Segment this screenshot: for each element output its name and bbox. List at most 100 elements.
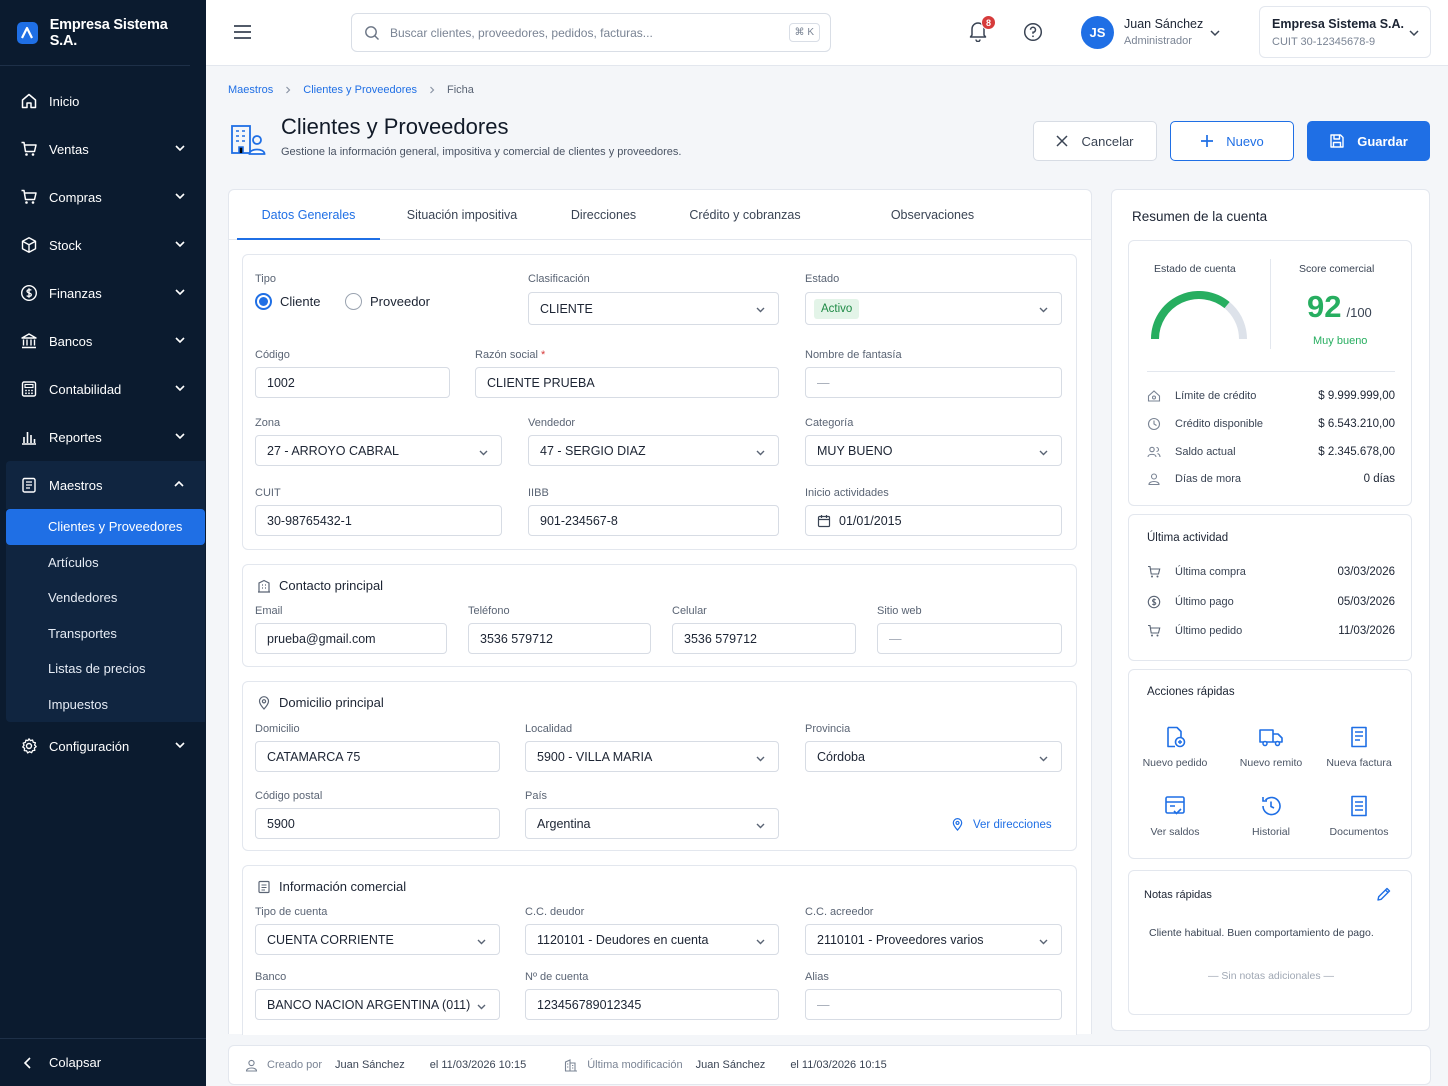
contacto-title-text: Contacto principal [279,578,384,593]
vendedor-select[interactable]: 47 - SERGIO DIAZ [528,435,779,466]
tab-credito-cobranzas[interactable]: Crédito y cobranzas [674,190,816,240]
company-selector[interactable]: Empresa Sistema S.A. CUIT 30-12345678-9 [1259,6,1431,58]
radio-proveedor[interactable]: Proveedor [345,293,430,310]
sidebar-item-compras[interactable]: Compras [0,173,206,221]
ver-direcciones-link[interactable]: Ver direcciones [951,818,1052,831]
estado-cuenta-label: Estado de cuenta [1154,263,1236,275]
cc-deudor-select[interactable]: 1120101 - Deudores en cuenta [525,924,779,955]
sidebar-item-ventas[interactable]: Ventas [0,125,206,173]
domicilio-input[interactable]: CATAMARCA 75 [255,741,500,772]
sidebar-item-inicio[interactable]: Inicio [0,77,206,125]
sidebar-item-contabilidad[interactable]: Contabilidad [0,365,206,413]
radio-cliente-label: Cliente [280,294,321,309]
quick-notes-card: Notas rápidas Cliente habitual. Buen com… [1128,870,1412,1015]
tipo-cuenta-select[interactable]: CUENTA CORRIENTE [255,924,500,955]
sitio-web-field[interactable]: — [877,623,1062,654]
breadcrumb-maestros[interactable]: Maestros [228,84,273,96]
collapse-button[interactable]: Colapsar [0,1038,206,1086]
nueva-factura-action[interactable]: Nueva factura [1319,725,1399,769]
help-icon[interactable] [1023,22,1043,42]
sidebar-subitem-listas-precios[interactable]: Listas de precios [6,651,205,687]
hamburger-menu-icon[interactable] [233,24,252,40]
ver-saldos-action[interactable]: Ver saldos [1135,794,1215,838]
user-role: Administrador [1124,35,1192,47]
banco-value: BANCO NACION ARGENTINA (011) [267,997,471,1012]
user-menu[interactable]: JS Juan Sánchez Administrador [1081,15,1231,51]
email-field[interactable]: prueba@gmail.com [255,623,447,654]
chevron-down-icon [1039,307,1048,313]
clasificacion-label: Clasificación [528,273,590,285]
score-value-wrap: 92 /100 [1307,289,1372,325]
account-summary-card: Estado de cuenta Score comercial 92 /100… [1128,240,1412,506]
brand[interactable]: Empresa Sistema S.A. [0,0,190,66]
sidebar-subitem-articulos[interactable]: Artículos [6,545,205,581]
sidebar-subitem-clientes-proveedores[interactable]: Clientes y Proveedores [6,509,205,545]
tab-datos-generales[interactable]: Datos Generales [237,190,380,240]
banco-select[interactable]: BANCO NACION ARGENTINA (011) [255,989,500,1020]
sidebar-subitem-vendedores[interactable]: Vendedores [6,580,205,616]
map-pin-icon [258,695,270,710]
documentos-action[interactable]: Documentos [1319,794,1399,838]
notifications-button[interactable]: 8 [968,15,996,44]
search-bar[interactable]: ⌘ K [351,13,831,52]
tab-observaciones[interactable]: Observaciones [867,190,998,240]
breadcrumb-ficha: Ficha [446,84,474,96]
nuevo-remito-action[interactable]: Nuevo remito [1231,725,1311,769]
clasificacion-select[interactable]: CLIENTE [528,292,779,325]
tipo-label: Tipo [255,273,276,285]
pencil-icon[interactable] [1376,886,1392,902]
pais-value: Argentina [537,816,591,831]
sidebar-subitem-impuestos[interactable]: Impuestos [6,687,205,723]
calculator-icon [21,381,37,397]
ultimo-pedido-row: Último pedido 11/03/2026 [1147,624,1395,638]
sidebar-item-bancos[interactable]: Bancos [0,317,206,365]
celular-field[interactable]: 3536 579712 [672,623,856,654]
cc-acreedor-select[interactable]: 2110101 - Proveedores varios [805,924,1062,955]
sidebar-item-stock[interactable]: Stock [0,221,206,269]
cuit-input[interactable]: 30-98765432-1 [255,505,502,536]
pais-select[interactable]: Argentina [525,808,779,839]
user-icon [245,1059,258,1072]
sidebar-item-label: Maestros [49,477,103,493]
razon-social-input[interactable]: CLIENTE PRUEBA [475,367,779,398]
sidebar-item-configuracion[interactable]: Configuración [0,722,206,770]
nro-cuenta-input[interactable]: 123456789012345 [525,989,779,1020]
sidebar-item-finanzas[interactable]: Finanzas [0,269,206,317]
contacto-section: Contacto principal Email prueba@gmail.co… [242,564,1077,667]
sidebar-item-maestros[interactable]: Maestros [6,461,205,509]
inicio-actividades-input[interactable]: 01/01/2015 [805,505,1062,536]
codigo-postal-input[interactable]: 5900 [255,808,500,839]
localidad-value: 5900 - VILLA MARIA [537,749,653,764]
iibb-input[interactable]: 901-234567-8 [528,505,779,536]
nuevo-remito-label: Nuevo remito [1239,757,1303,769]
fantasia-input[interactable]: — [805,367,1062,398]
search-input[interactable] [390,25,770,40]
localidad-select[interactable]: 5900 - VILLA MARIA [525,741,779,772]
radio-cliente[interactable]: Cliente [255,293,320,310]
estado-select[interactable]: Activo [805,292,1062,325]
clock-dollar-icon [1147,417,1161,431]
cancel-button[interactable]: Cancelar [1033,121,1157,161]
domicilio-title-text: Domicilio principal [279,695,384,710]
historial-action[interactable]: Historial [1231,794,1311,838]
tab-direcciones[interactable]: Direcciones [551,190,656,240]
zona-select[interactable]: 27 - ARROYO CABRAL [255,435,502,466]
provincia-select[interactable]: Córdoba [805,741,1062,772]
created-label: Creado por [267,1059,323,1071]
comercial-title: Información comercial [257,879,406,894]
new-button[interactable]: Nuevo [1170,121,1294,161]
save-button[interactable]: Guardar [1307,121,1430,161]
collapse-label: Colapsar [49,1055,102,1070]
categoria-select[interactable]: MUY BUENO [805,435,1062,466]
vendedor-value: 47 - SERGIO DIAZ [540,443,646,458]
codigo-input[interactable]: 1002 [255,367,450,398]
breadcrumb-clientes[interactable]: Clientes y Proveedores [303,84,417,96]
plus-icon [1201,135,1214,147]
sidebar-item-label: Compras [49,189,102,205]
sidebar-subitem-transportes[interactable]: Transportes [6,616,205,652]
tab-situacion-impositiva[interactable]: Situación impositiva [391,190,533,240]
nuevo-pedido-action[interactable]: Nuevo pedido [1135,725,1215,769]
sidebar-item-reportes[interactable]: Reportes [0,413,206,461]
alias-input[interactable]: — [805,989,1062,1020]
telefono-field[interactable]: 3536 579712 [468,623,651,654]
